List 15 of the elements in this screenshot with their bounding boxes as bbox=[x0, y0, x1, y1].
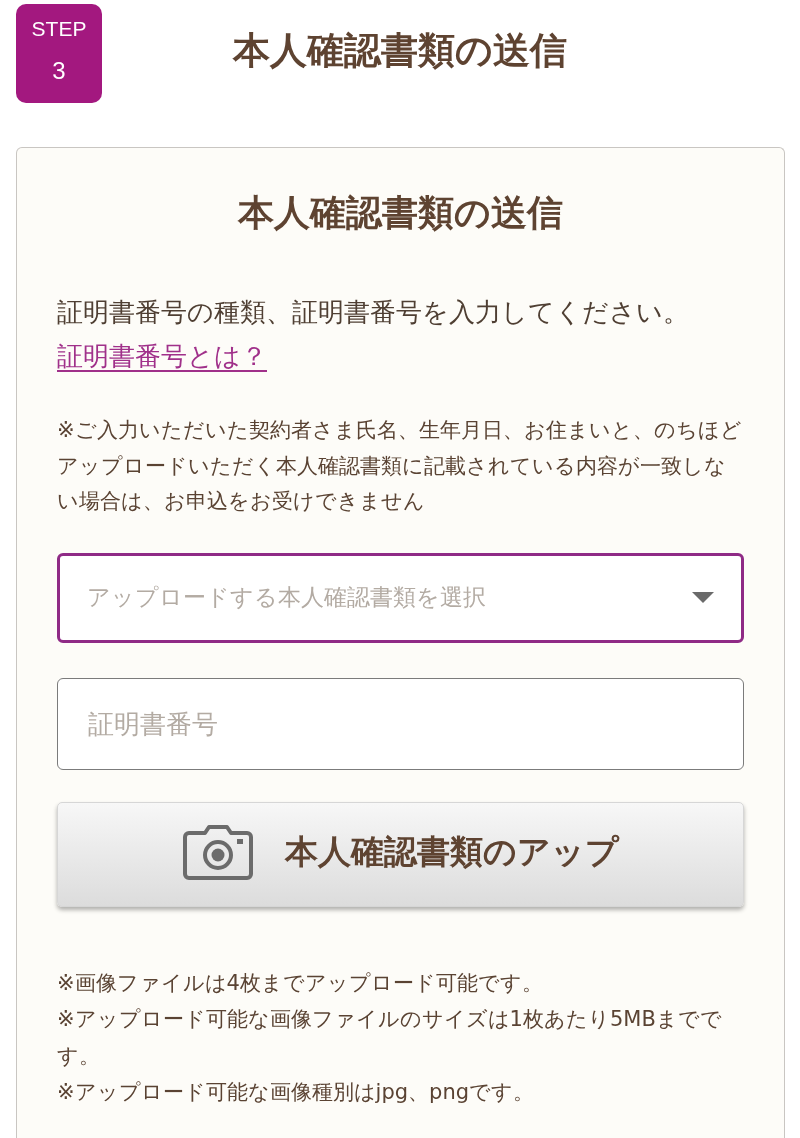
help-link[interactable]: 証明書番号とは？ bbox=[57, 341, 267, 371]
page-title: 本人確認書類の送信 bbox=[231, 29, 568, 74]
upload-button[interactable]: 本人確認書類のアップ bbox=[57, 801, 744, 907]
card-title: 本人確認書類の送信 bbox=[236, 191, 564, 235]
caret-icon bbox=[692, 592, 714, 603]
upload-note: ※アップロード可能な画像ファイルのサイズは1枚あたり5MBまでです。 bbox=[57, 1006, 723, 1070]
certificate-number-field[interactable]: 証明書番号 bbox=[57, 677, 744, 770]
notice-text: ※ご入力いただいた契約者さま氏名、生年月日、お住まいと、のちほどアップロードいただく本人確認書類に記載されている内容が一致しない場合は、お申込をお受けできません bbox=[57, 416, 743, 515]
upload-note: ※アップロード可能な画像種別はjpg、pngです。 bbox=[57, 1079, 536, 1106]
instruction-text: 証明書番号の種類、証明書番号を入力してください。 bbox=[57, 296, 690, 329]
upload-note: ※画像ファイルは4枚までアップロード可能です。 bbox=[57, 969, 544, 997]
select-placeholder: アップロードする本人確認書類を選択 bbox=[87, 583, 486, 612]
step-number: 3 bbox=[52, 55, 66, 86]
step-label: STEP bbox=[31, 15, 87, 42]
camera-icon bbox=[182, 824, 253, 880]
